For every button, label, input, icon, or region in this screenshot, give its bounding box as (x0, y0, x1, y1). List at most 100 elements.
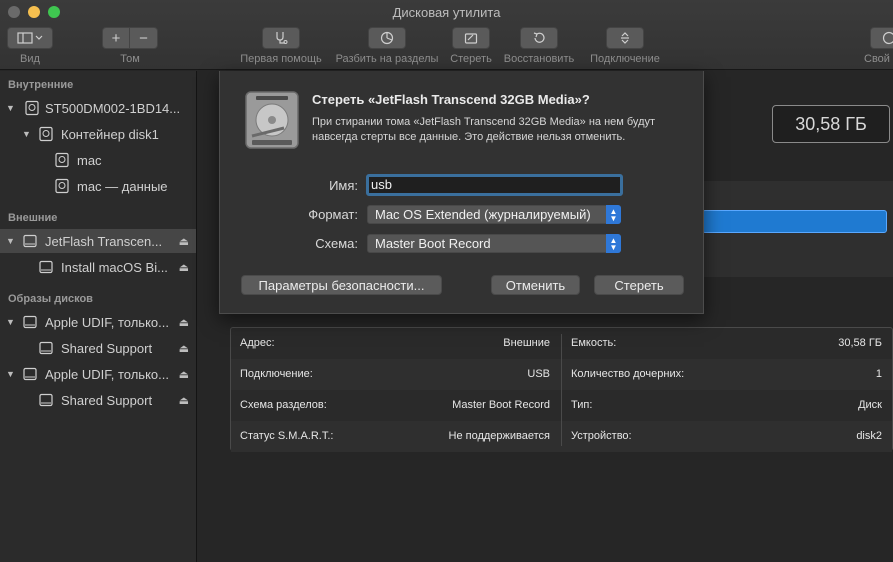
usage-bar (702, 210, 887, 233)
mount-button[interactable] (606, 27, 644, 49)
hard-drive-icon (25, 100, 39, 116)
cancel-button[interactable]: Отменить (491, 275, 580, 295)
sidebar-item-install-macos[interactable]: Install macOS Bi... ⏏ (0, 255, 196, 279)
volume-icon (55, 152, 69, 168)
restore-label: Восстановить (503, 53, 575, 65)
sidebar-section-internal: Внутренние (8, 79, 74, 91)
info-value: USB (527, 368, 550, 380)
disk-image-icon (23, 367, 37, 381)
first-aid-button[interactable] (262, 27, 300, 49)
sidebar-item-label: ST500DM002-1BD14... (45, 100, 181, 116)
first-aid-label: Первая помощь (240, 53, 322, 65)
container-icon (39, 126, 53, 142)
sidebar-item-shared-support-2[interactable]: Shared Support ⏏ (0, 388, 196, 412)
window-title: Дисковая утилита (392, 5, 501, 20)
remove-volume-button[interactable]: − (130, 27, 158, 49)
sidebar-item-label: Контейнер disk1 (61, 126, 159, 142)
volume-icon (39, 260, 53, 274)
sidebar-item-container-disk1[interactable]: ▼ Контейнер disk1 (0, 122, 196, 146)
erase-button[interactable] (452, 27, 490, 49)
scheme-value: Master Boot Record (375, 236, 491, 251)
sidebar-section-external: Внешние (8, 212, 58, 224)
title-bar: Дисковая утилита Вид + − Том Первая помо… (0, 0, 893, 70)
disclosure-triangle-icon[interactable]: ▼ (6, 317, 15, 327)
eject-icon[interactable]: ⏏ (179, 394, 189, 407)
info-key: Устройство: (571, 430, 632, 442)
info-label: Свой (864, 53, 890, 65)
disk-utility-window: Дисковая утилита Вид + − Том Первая помо… (0, 0, 893, 562)
scheme-label: Схема: (315, 236, 358, 251)
sidebar-item-label: Shared Support (61, 392, 153, 408)
info-key: Тип: (571, 399, 593, 411)
partition-button[interactable] (368, 27, 406, 49)
disclosure-triangle-icon[interactable]: ▼ (6, 369, 15, 379)
info-key: Статус S.M.A.R.T.: (240, 430, 334, 442)
sidebar-item-label: Install macOS Bi... (61, 259, 168, 275)
dialog-message: При стирании тома «JetFlash Transcend 32… (312, 116, 656, 143)
erase-confirm-button[interactable]: Стереть (594, 275, 684, 295)
info-value: Master Boot Record (452, 399, 550, 411)
scheme-select[interactable]: Master Boot Record ▲ ▼ (367, 234, 621, 253)
security-options-button[interactable]: Параметры безопасности... (241, 275, 442, 295)
erase-label: Стереть (450, 53, 492, 65)
info-value: Диск (858, 399, 882, 411)
info-value: 30,58 ГБ (838, 337, 882, 349)
eject-icon[interactable]: ⏏ (179, 316, 189, 329)
capacity-display: 30,58 ГБ (772, 105, 890, 143)
volume-icon (39, 341, 53, 355)
restore-icon (533, 32, 545, 43)
dialog-title: Стереть «JetFlash Transcend 32GB Media»? (312, 92, 590, 107)
info-icon (882, 31, 893, 45)
eject-icon[interactable]: ⏏ (179, 261, 189, 274)
sidebar-item-mac[interactable]: mac (0, 148, 196, 172)
sidebar-section-disk-images: Образы дисков (8, 293, 93, 305)
info-value: Внешние (503, 337, 550, 349)
eject-icon[interactable]: ⏏ (179, 368, 189, 381)
format-select[interactable]: Mac OS Extended (журналируемый) ▲ ▼ (367, 205, 621, 224)
restore-button[interactable] (520, 27, 558, 49)
info-table: Адрес: Внешние Емкость: 30,58 ГБ Подключ… (230, 327, 893, 452)
name-label: Имя: (329, 178, 358, 193)
name-input[interactable]: usb (366, 174, 623, 196)
info-key: Схема разделов: (240, 399, 327, 411)
view-button[interactable] (7, 27, 53, 49)
info-key: Количество дочерних: (571, 368, 685, 380)
sidebar-item-label: Shared Support (61, 340, 153, 356)
add-volume-button[interactable]: + (102, 27, 130, 49)
sidebar-item-jetflash[interactable]: ▼ JetFlash Transcen... ⏏ (0, 229, 196, 253)
format-value: Mac OS Extended (журналируемый) (375, 207, 591, 222)
sidebar: Внутренние ▼ ST500DM002-1BD14... ▼ Конте… (0, 71, 197, 562)
stethoscope-icon (276, 32, 288, 44)
info-button[interactable] (870, 27, 893, 49)
disclosure-triangle-icon[interactable]: ▼ (22, 129, 31, 139)
info-key: Емкость: (571, 337, 617, 349)
partition-label: Разбить на разделы (335, 53, 439, 65)
sidebar-item-apple-udif-1[interactable]: ▼ Apple UDIF, только... ⏏ (0, 310, 196, 334)
sidebar-item-label: mac (77, 152, 102, 168)
erase-dialog: Стереть «JetFlash Transcend 32GB Media»?… (219, 71, 704, 314)
info-value: 1 (875, 368, 882, 380)
volume-segmented-control: + − (102, 27, 158, 49)
erase-disk-icon (464, 33, 478, 44)
sidebar-icon (17, 32, 43, 44)
sidebar-item-label: mac — данные (77, 178, 168, 194)
info-divider (561, 334, 562, 446)
eject-icon[interactable]: ⏏ (179, 342, 189, 355)
sidebar-item-label: Apple UDIF, только... (45, 314, 169, 330)
disclosure-triangle-icon[interactable]: ▼ (6, 103, 15, 113)
disk-image-icon (23, 315, 37, 329)
volume-icon (55, 178, 69, 194)
sidebar-item-apple-udif-2[interactable]: ▼ Apple UDIF, только... ⏏ (0, 362, 196, 386)
sidebar-item-internal-disk[interactable]: ▼ ST500DM002-1BD14... (0, 96, 196, 120)
sidebar-item-label: Apple UDIF, только... (45, 366, 169, 382)
mount-icon (621, 32, 629, 44)
view-label: Вид (20, 53, 40, 65)
info-key: Подключение: (240, 368, 313, 380)
eject-icon[interactable]: ⏏ (179, 235, 189, 248)
sidebar-item-mac-data[interactable]: mac — данные (0, 174, 196, 198)
info-key: Адрес: (240, 337, 275, 349)
info-value: Не поддерживается (448, 430, 551, 442)
hard-disk-icon (245, 91, 299, 149)
sidebar-item-shared-support-1[interactable]: Shared Support ⏏ (0, 336, 196, 360)
disclosure-triangle-icon[interactable]: ▼ (6, 236, 15, 246)
